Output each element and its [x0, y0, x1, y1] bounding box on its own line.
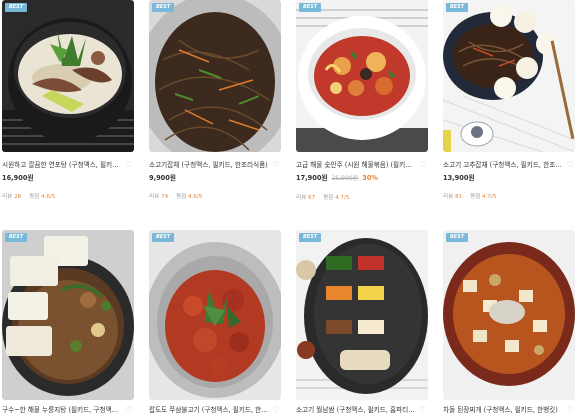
rating-value: 4.6/5 — [41, 194, 56, 200]
product-card[interactable]: BEST 소고기 고추잡채 (구청맥스, 필키드, 한조리식품) ♡ 13,90… — [443, 0, 575, 201]
product-card[interactable]: BEST 팝도도 쭈삼불고기 (구청맥스, 필키드, 한조리식... ♡ — [149, 230, 281, 415]
price: 17,900원 — [296, 174, 328, 182]
review-label: 리뷰 — [149, 194, 160, 200]
rating-label: 평점 — [322, 195, 334, 201]
review-meta: 리뷰 67 · 평점 4.7/5 — [296, 195, 350, 201]
rating-value: 4.7/5 — [335, 195, 350, 201]
seafood-stirfry-photo — [296, 0, 428, 152]
price: 13,900원 — [443, 174, 475, 182]
product-title[interactable]: 시원하고 깔끔한 연포탕 (구청맥스, 필키드, 한... — [2, 160, 122, 170]
product-image[interactable]: BEST — [2, 0, 134, 152]
rating-value: 4.6/5 — [188, 194, 203, 200]
heart-icon[interactable]: ♡ — [271, 160, 281, 170]
yeonpotang-photo — [2, 0, 134, 152]
original-price: 25,900원 — [331, 175, 359, 182]
product-image[interactable]: BEST — [296, 0, 428, 152]
product-card[interactable]: BEST 구수~한 해물 누룽지탕 (필키드, 구청맥스, 한조... ♡ — [2, 230, 134, 415]
heart-icon[interactable]: ♡ — [124, 405, 134, 415]
product-title[interactable]: 소고기 월남쌈 (구청맥스, 필키드, 홈파티음식) — [296, 405, 416, 415]
best-badge: BEST — [152, 233, 175, 242]
product-title[interactable]: 소고기잡채 (구청맥스, 필키드, 한조리식품) — [149, 160, 269, 170]
rating-label: 평점 — [28, 194, 40, 200]
review-count: 74 — [161, 194, 169, 200]
japchae-photo — [149, 0, 281, 152]
heart-icon[interactable]: ♡ — [418, 160, 428, 170]
product-title[interactable]: 차돌 된장찌개 (구청맥스, 필키드, 한뱅킷) — [443, 405, 563, 415]
product-card[interactable]: BEST 소고기잡채 (구청맥스, 필키드, 한조리식품) ♡ 9,900원 리… — [149, 0, 281, 201]
heart-icon[interactable]: ♡ — [271, 405, 281, 415]
product-card[interactable]: BEST 고급 해물 숯안주 (시원 해물볶음) (필키드, 구... ♡ 17… — [296, 0, 428, 202]
product-image[interactable]: BEST — [149, 230, 281, 400]
product-image[interactable]: BEST — [443, 0, 575, 152]
review-meta: 리뷰 74 · 평점 4.6/5 — [149, 194, 203, 200]
product-title[interactable]: 고급 해물 숯안주 (시원 해물볶음) (필키드, 구... — [296, 160, 416, 170]
heart-icon[interactable]: ♡ — [565, 160, 575, 170]
gochujapchae-photo — [443, 0, 575, 152]
price-row: 16,900원 — [2, 173, 134, 183]
heart-icon[interactable]: ♡ — [124, 160, 134, 170]
best-badge: BEST — [299, 3, 322, 12]
review-meta: 리뷰 81 · 평점 4.7/5 — [443, 194, 497, 200]
price: 16,900원 — [2, 174, 34, 182]
best-badge: BEST — [5, 3, 28, 12]
product-image[interactable]: BEST — [443, 230, 575, 400]
discount-rate: 30% — [362, 174, 379, 182]
best-badge: BEST — [446, 3, 469, 12]
product-card[interactable]: BEST 차돌 된장찌개 (구청맥스, 필키드, 한뱅킷) ♡ — [443, 230, 575, 415]
review-count: 81 — [455, 194, 463, 200]
product-image[interactable]: BEST — [296, 230, 428, 400]
product-title[interactable]: 구수~한 해물 누룽지탕 (필키드, 구청맥스, 한조... — [2, 405, 122, 415]
review-label: 리뷰 — [296, 195, 307, 201]
rating-value: 4.7/5 — [482, 194, 497, 200]
product-title[interactable]: 팝도도 쭈삼불고기 (구청맥스, 필키드, 한조리식... — [149, 405, 269, 415]
review-count: 26 — [14, 194, 22, 200]
product-grid: BEST 시원하고 깔끔한 연포탕 (구청맥스, 필키드, 한... ♡ 16,… — [0, 0, 580, 418]
review-label: 리뷰 — [2, 194, 13, 200]
price-row: 17,900원 25,900원 30% — [296, 173, 428, 184]
product-title[interactable]: 소고기 고추잡채 (구청맥스, 필키드, 한조리식품) — [443, 160, 563, 170]
best-badge: BEST — [152, 3, 175, 12]
wolnamssam-photo — [296, 230, 428, 400]
heart-icon[interactable]: ♡ — [565, 405, 575, 415]
review-count: 67 — [308, 195, 316, 201]
nurungji-tang-photo — [2, 230, 134, 400]
rating-label: 평점 — [175, 194, 187, 200]
best-badge: BEST — [299, 233, 322, 242]
best-badge: BEST — [446, 233, 469, 242]
price-row: 9,900원 — [149, 173, 281, 183]
review-label: 리뷰 — [443, 194, 454, 200]
price-row: 13,900원 — [443, 173, 575, 183]
jjusam-bulgogi-photo — [149, 230, 281, 400]
rating-label: 평점 — [469, 194, 481, 200]
price: 9,900원 — [149, 174, 176, 182]
product-card[interactable]: BEST 소고기 월남쌈 (구청맥스, 필키드, 홈파티음식) ♡ — [296, 230, 428, 415]
product-image[interactable]: BEST — [149, 0, 281, 152]
best-badge: BEST — [5, 233, 28, 242]
product-image[interactable]: BEST — [2, 230, 134, 400]
product-card[interactable]: BEST 시원하고 깔끔한 연포탕 (구청맥스, 필키드, 한... ♡ 16,… — [2, 0, 134, 201]
heart-icon[interactable]: ♡ — [418, 405, 428, 415]
review-meta: 리뷰 26 · 평점 4.6/5 — [2, 194, 56, 200]
doenjang-jjigae-photo — [443, 230, 575, 400]
